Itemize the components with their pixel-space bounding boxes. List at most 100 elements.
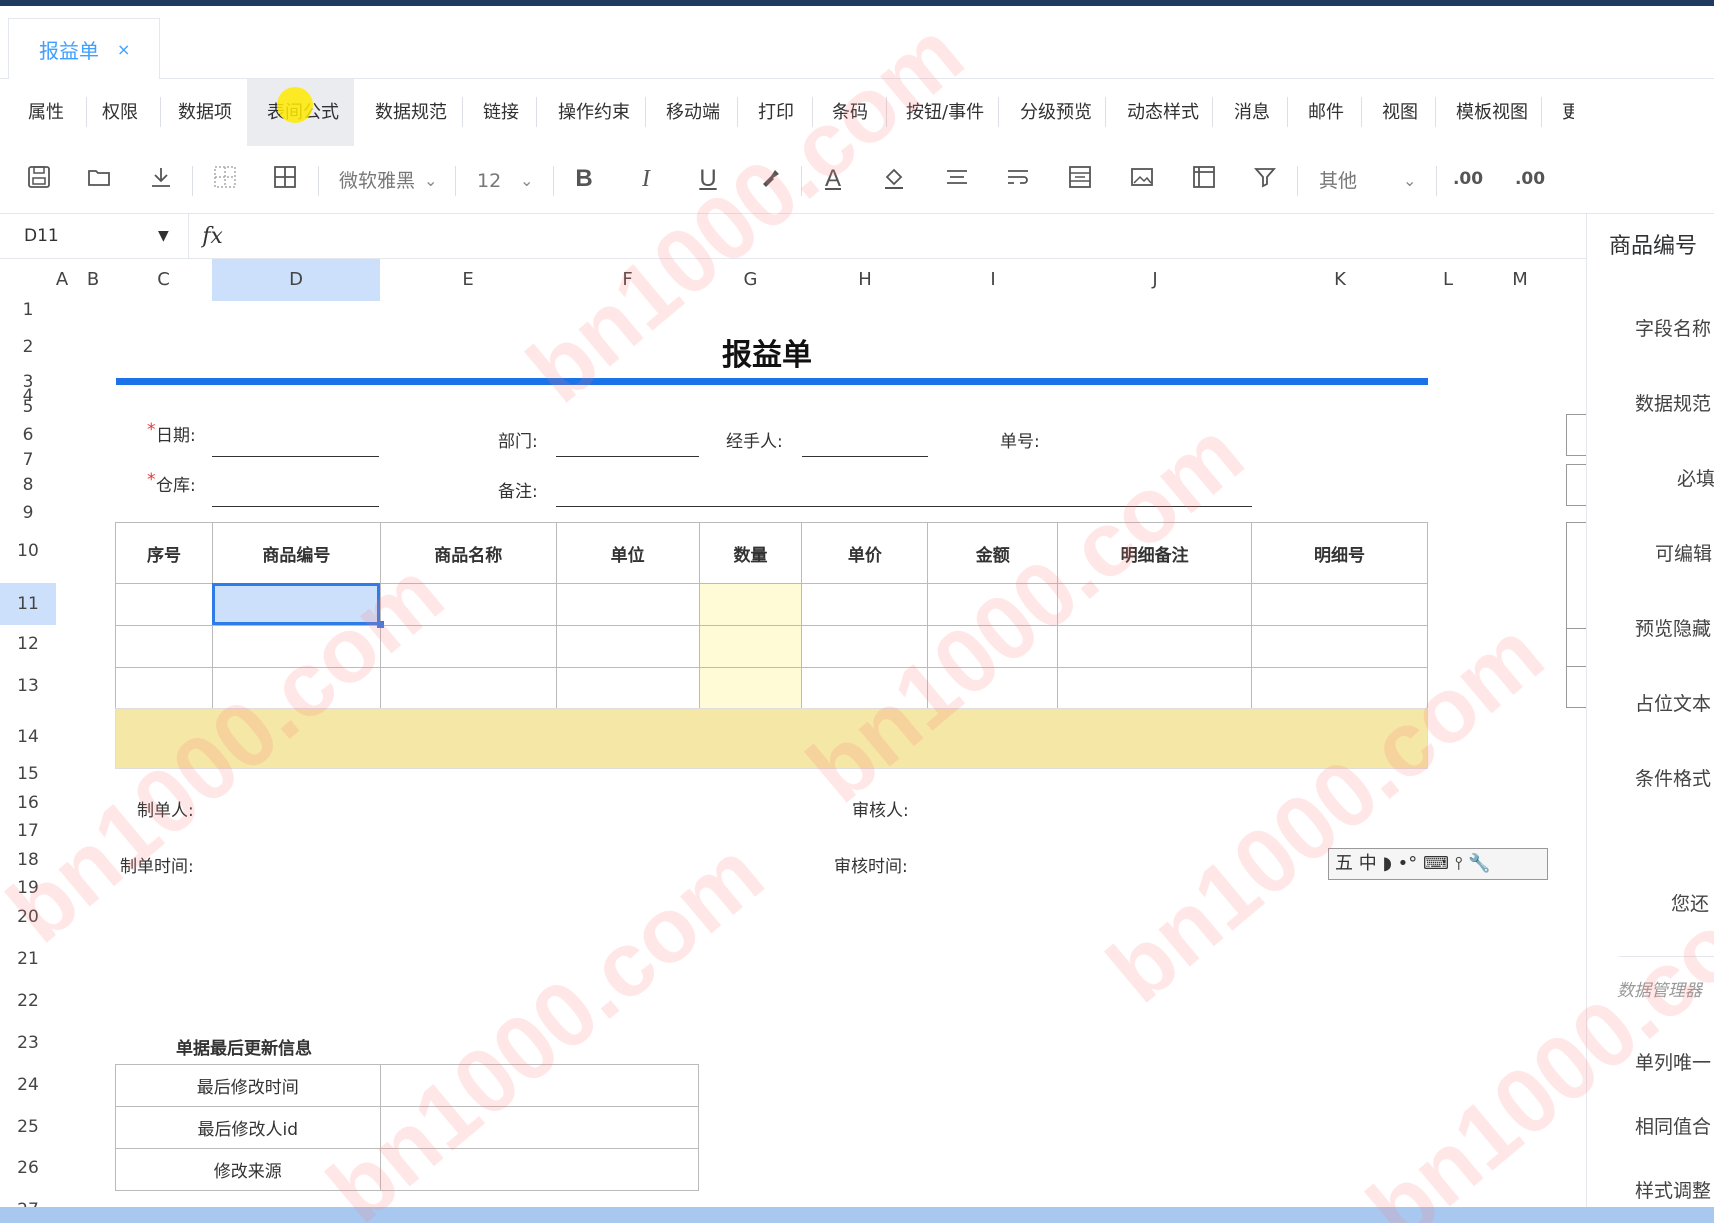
row-header[interactable]: 1 <box>0 300 56 320</box>
column-header[interactable]: B <box>74 259 112 301</box>
no-border-icon[interactable] <box>210 164 240 194</box>
table-cell[interactable] <box>115 625 213 668</box>
table-cell[interactable] <box>698 667 803 710</box>
column-header[interactable]: I <box>928 259 1058 301</box>
chevron-down-icon[interactable]: ⌄ <box>520 166 533 196</box>
fill-color-icon[interactable] <box>879 164 909 194</box>
table-cell[interactable] <box>927 625 1059 668</box>
table-cell[interactable] <box>379 667 557 710</box>
italic-icon[interactable]: I <box>631 164 661 194</box>
fill-handle[interactable] <box>377 621 384 628</box>
table-cell[interactable] <box>211 667 381 710</box>
menu-template-view[interactable]: 模板视图 <box>1456 79 1528 146</box>
row-header[interactable]: 10 <box>0 541 56 561</box>
table-cell[interactable] <box>555 625 700 668</box>
table-cell[interactable] <box>115 583 213 626</box>
row-header[interactable]: 12 <box>0 634 56 654</box>
filter-icon[interactable] <box>1250 164 1280 194</box>
table-cell[interactable] <box>379 583 557 626</box>
font-family-select[interactable]: 微软雅黑 <box>339 166 415 196</box>
panel-item[interactable]: 单列唯一 <box>1635 1048 1711 1075</box>
table-cell[interactable] <box>1251 625 1428 668</box>
chevron-down-icon[interactable]: ⌄ <box>424 166 437 196</box>
column-header[interactable]: E <box>380 259 556 301</box>
caret-down-icon[interactable]: ▼ <box>158 214 169 259</box>
menu-messages[interactable]: 消息 <box>1234 79 1270 146</box>
font-size-select[interactable]: 12 <box>477 166 501 196</box>
table-cell[interactable] <box>1057 625 1253 668</box>
column-header[interactable]: A <box>50 259 74 301</box>
menu-permissions[interactable]: 权限 <box>102 79 138 146</box>
table-cell[interactable] <box>115 667 213 710</box>
menu-level-preview[interactable]: 分级预览 <box>1020 79 1092 146</box>
menu-view[interactable]: 视图 <box>1382 79 1418 146</box>
row-header[interactable]: 14 <box>0 727 56 747</box>
menu-dynamic-style[interactable]: 动态样式 <box>1127 79 1199 146</box>
row-header[interactable]: 17 <box>0 821 56 841</box>
cell-reference-box[interactable]: D11 <box>24 214 59 259</box>
open-folder-icon[interactable] <box>84 164 114 194</box>
table-cell[interactable] <box>1251 583 1428 626</box>
format-painter-icon[interactable] <box>755 164 785 194</box>
row-header[interactable]: 9 <box>0 503 56 523</box>
menu-links[interactable]: 链接 <box>483 79 519 146</box>
row-header[interactable]: 19 <box>0 878 56 898</box>
menu-data-rules[interactable]: 数据规范 <box>375 79 447 146</box>
document-tab[interactable]: 报益单 × <box>8 18 160 79</box>
row-header[interactable]: 15 <box>0 764 56 784</box>
table-cell[interactable] <box>211 625 381 668</box>
row-header[interactable]: 2 <box>0 337 56 357</box>
chevron-down-icon[interactable]: ⌄ <box>1403 166 1416 196</box>
column-header[interactable]: J <box>1058 259 1252 301</box>
table-cell[interactable] <box>1057 667 1253 710</box>
row-header[interactable]: 22 <box>0 991 56 1011</box>
panel-item[interactable]: 样式调整 <box>1635 1176 1711 1203</box>
table-cell[interactable] <box>379 1064 700 1107</box>
close-icon[interactable]: × <box>117 40 130 59</box>
selected-cell-D11[interactable] <box>212 583 380 625</box>
ime-toolbar[interactable]: 五 中 ◗ •° ⌨ ⫯ 🔧 <box>1328 848 1548 880</box>
table-cell[interactable] <box>379 1106 700 1149</box>
department-field[interactable] <box>556 456 699 457</box>
menu-data-items[interactable]: 数据项 <box>178 79 232 146</box>
download-icon[interactable] <box>146 164 176 194</box>
table-cell[interactable] <box>379 625 557 668</box>
column-header[interactable]: G <box>699 259 802 301</box>
wrap-text-icon[interactable] <box>1003 164 1033 194</box>
row-header[interactable]: 20 <box>0 907 56 927</box>
date-field[interactable] <box>212 456 379 457</box>
handler-field[interactable] <box>802 456 928 457</box>
row-header[interactable]: 6 <box>0 425 56 445</box>
row-header[interactable]: 16 <box>0 793 56 813</box>
panel-item[interactable]: 相同值合 <box>1635 1112 1711 1139</box>
row-header[interactable]: 23 <box>0 1033 56 1053</box>
menu-print[interactable]: 打印 <box>758 79 794 146</box>
menu-properties[interactable]: 属性 <box>28 79 64 146</box>
row-header[interactable]: 7 <box>0 450 56 470</box>
row-header[interactable]: 25 <box>0 1117 56 1137</box>
remark-field[interactable] <box>556 506 1252 507</box>
column-header[interactable]: K <box>1252 259 1428 301</box>
table-cell[interactable] <box>801 667 929 710</box>
menu-buttons-events[interactable]: 按钮/事件 <box>906 79 984 146</box>
column-header[interactable]: F <box>556 259 699 301</box>
all-borders-icon[interactable] <box>270 164 300 194</box>
table-cell[interactable] <box>1251 667 1428 710</box>
summary-row[interactable] <box>115 708 1428 769</box>
freeze-icon[interactable] <box>1189 164 1219 194</box>
row-header[interactable]: 26 <box>0 1158 56 1178</box>
font-color-icon[interactable]: A <box>818 164 848 194</box>
menu-mobile[interactable]: 移动端 <box>666 79 720 146</box>
table-cell[interactable] <box>927 583 1059 626</box>
table-cell[interactable] <box>379 1148 700 1191</box>
table-cell[interactable] <box>927 667 1059 710</box>
menu-operation-constraints[interactable]: 操作约束 <box>558 79 630 146</box>
decrease-decimal-icon[interactable]: .00 <box>1512 164 1548 194</box>
column-header[interactable]: M <box>1500 259 1540 301</box>
column-header[interactable]: H <box>802 259 928 301</box>
bold-icon[interactable]: B <box>569 164 599 194</box>
align-icon[interactable] <box>942 164 972 194</box>
table-cell[interactable] <box>555 583 700 626</box>
row-header[interactable]: 18 <box>0 850 56 870</box>
warehouse-field[interactable] <box>212 506 379 507</box>
